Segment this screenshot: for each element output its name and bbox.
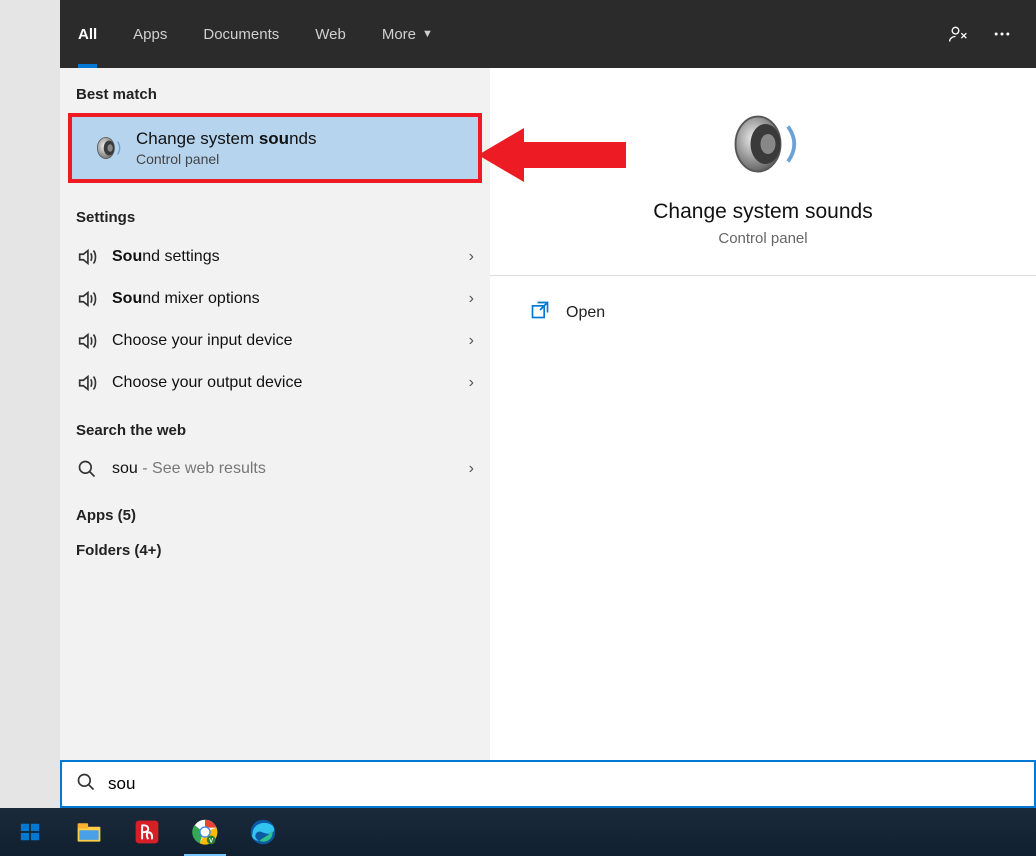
search-tabs: All Apps Documents Web More ▼ (60, 0, 451, 68)
tab-web[interactable]: Web (297, 0, 364, 68)
sound-icon (76, 246, 98, 268)
best-match-title: Change system sounds (136, 129, 317, 149)
taskbar-file-explorer[interactable] (60, 808, 118, 856)
search-body: Best match Change system sounds (60, 68, 1036, 808)
adobe-reader-icon (134, 819, 160, 845)
open-action[interactable]: Open (490, 286, 1036, 339)
start-button[interactable] (0, 808, 60, 856)
tab-label: Documents (203, 26, 279, 43)
tab-more[interactable]: More ▼ (364, 0, 451, 68)
sound-icon (76, 372, 98, 394)
section-apps[interactable]: Apps (5) (60, 489, 490, 534)
feedback-icon[interactable] (936, 24, 980, 44)
preview-actions: Open (490, 276, 1036, 349)
chevron-right-icon: › (469, 290, 474, 308)
section-best-match: Best match (60, 68, 490, 113)
tab-label: More (382, 26, 416, 43)
preview-header: Change system sounds Control panel (490, 68, 1036, 276)
chevron-right-icon: › (469, 374, 474, 392)
chevron-right-icon: › (469, 248, 474, 266)
list-item-label: Choose your input device (112, 332, 293, 350)
taskbar-pinned-apps: V (60, 808, 292, 856)
best-match-subtitle: Control panel (136, 151, 317, 167)
chrome-icon: V (191, 818, 219, 846)
tab-documents[interactable]: Documents (185, 0, 297, 68)
settings-item-output-device[interactable]: Choose your output device › (60, 362, 490, 404)
search-tabs-bar: All Apps Documents Web More ▼ (60, 0, 1036, 68)
speaker-icon (723, 104, 803, 184)
more-options-icon[interactable] (980, 24, 1024, 44)
web-search-result[interactable]: sou - See web results › (60, 449, 490, 489)
speaker-icon (86, 131, 130, 165)
section-search-web: Search the web (60, 404, 490, 449)
search-icon (76, 772, 96, 797)
settings-item-input-device[interactable]: Choose your input device › (60, 320, 490, 362)
best-match-text: Change system sounds Control panel (136, 129, 317, 167)
taskbar: V (0, 808, 1036, 856)
taskbar-adobe-reader[interactable] (118, 808, 176, 856)
preview-title: Change system sounds (653, 200, 872, 224)
results-column: Best match Change system sounds (60, 68, 490, 808)
tab-label: Web (315, 26, 346, 43)
section-settings: Settings (60, 191, 490, 236)
tab-label: Apps (133, 26, 167, 43)
chevron-right-icon: › (469, 460, 474, 478)
action-label: Open (566, 304, 605, 322)
windows-logo-icon (19, 821, 41, 843)
settings-item-sound-settings[interactable]: Sound settings › (60, 236, 490, 278)
search-input[interactable] (108, 774, 1020, 794)
section-folders[interactable]: Folders (4+) (60, 534, 490, 569)
settings-item-sound-mixer[interactable]: Sound mixer options › (60, 278, 490, 320)
list-item-label: Choose your output device (112, 374, 302, 392)
tab-label: All (78, 26, 97, 43)
list-item-label: Sound mixer options (112, 290, 260, 308)
tab-all[interactable]: All (60, 0, 115, 68)
search-icon (76, 459, 98, 479)
chevron-down-icon: ▼ (422, 28, 433, 40)
open-icon (530, 300, 550, 325)
left-margin-strip (0, 0, 60, 808)
sound-icon (76, 288, 98, 310)
list-item-label: Sound settings (112, 248, 220, 266)
tab-apps[interactable]: Apps (115, 0, 185, 68)
start-search-panel: All Apps Documents Web More ▼ Best match (60, 0, 1036, 808)
preview-column: Change system sounds Control panel Open (490, 68, 1036, 808)
list-item-label: sou - See web results (112, 460, 266, 478)
best-match-result[interactable]: Change system sounds Control panel (68, 113, 482, 183)
chevron-right-icon: › (469, 332, 474, 350)
taskbar-chrome[interactable]: V (176, 808, 234, 856)
search-input-bar[interactable] (60, 760, 1036, 808)
taskbar-edge[interactable] (234, 808, 292, 856)
sound-icon (76, 330, 98, 352)
file-explorer-icon (75, 818, 103, 846)
edge-icon (249, 818, 277, 846)
preview-subtitle: Control panel (718, 230, 807, 247)
